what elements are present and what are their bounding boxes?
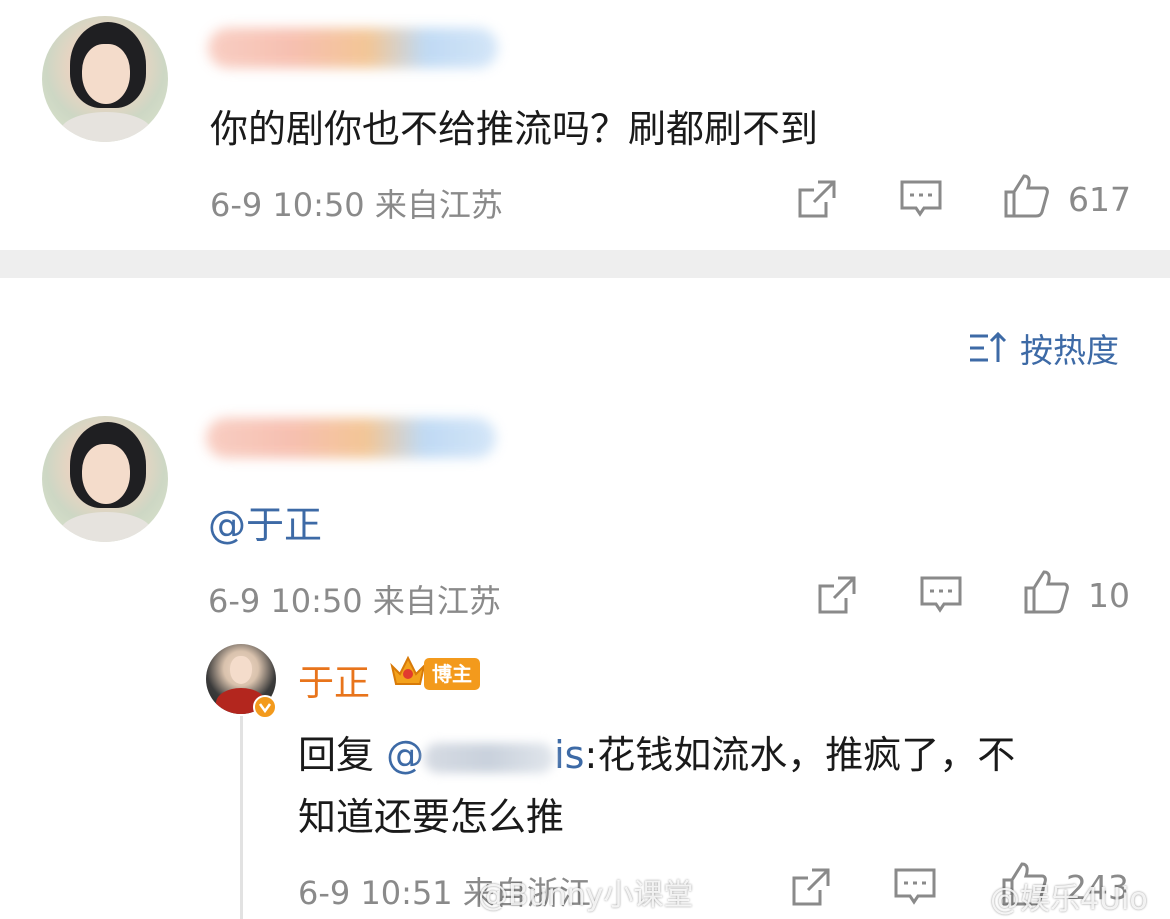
user-avatar[interactable] bbox=[42, 16, 168, 142]
section-divider bbox=[0, 250, 1170, 278]
author-name[interactable]: 于正 bbox=[298, 654, 370, 706]
mention-tail: is bbox=[554, 733, 585, 777]
mention-at: @ bbox=[386, 733, 425, 777]
share-icon[interactable] bbox=[790, 866, 832, 908]
mention-blurred bbox=[424, 742, 555, 773]
comment-icon[interactable] bbox=[900, 180, 942, 218]
comment-icon[interactable] bbox=[920, 576, 962, 614]
reply-thread-line bbox=[240, 716, 243, 919]
user-avatar[interactable] bbox=[42, 416, 168, 542]
like-icon[interactable] bbox=[1002, 172, 1050, 220]
comment-meta: 6-9 10:50 来自江苏 bbox=[208, 582, 501, 620]
like-count: 10 bbox=[1088, 576, 1130, 615]
like-count: 617 bbox=[1068, 180, 1131, 219]
username-blurred[interactable] bbox=[208, 28, 498, 68]
comment-text: 你的剧你也不给推流吗？刷都刷不到 bbox=[210, 107, 819, 151]
comment-meta: 6-9 10:50 来自江苏 bbox=[210, 186, 503, 224]
watermark-right: @娱乐4Uio bbox=[990, 882, 1148, 917]
share-icon[interactable] bbox=[816, 574, 858, 616]
comment-mention[interactable]: @于正 bbox=[208, 494, 322, 549]
comment-icon[interactable] bbox=[894, 868, 936, 906]
reply-mention[interactable]: @ is bbox=[386, 733, 584, 777]
reply-text-line1: 回复 @ is:花钱如流水，推疯了，不 bbox=[298, 724, 1015, 779]
sort-toggle[interactable]: 按热度 bbox=[968, 324, 1119, 372]
reply-body: :花钱如流水，推疯了，不 bbox=[584, 733, 1016, 777]
like-icon[interactable] bbox=[1022, 568, 1070, 616]
username-blurred[interactable] bbox=[206, 418, 496, 458]
sort-label: 按热度 bbox=[1020, 331, 1119, 370]
crown-icon bbox=[390, 655, 426, 685]
reply-text-line2: 知道还要怎么推 bbox=[298, 795, 565, 839]
verified-icon bbox=[253, 695, 277, 719]
share-icon[interactable] bbox=[796, 178, 838, 220]
blogger-badge: 博主 bbox=[424, 658, 480, 690]
sort-icon bbox=[970, 331, 1007, 362]
watermark-left: @Bunny小课堂 bbox=[478, 878, 694, 913]
reply-prefix: 回复 bbox=[298, 733, 387, 777]
